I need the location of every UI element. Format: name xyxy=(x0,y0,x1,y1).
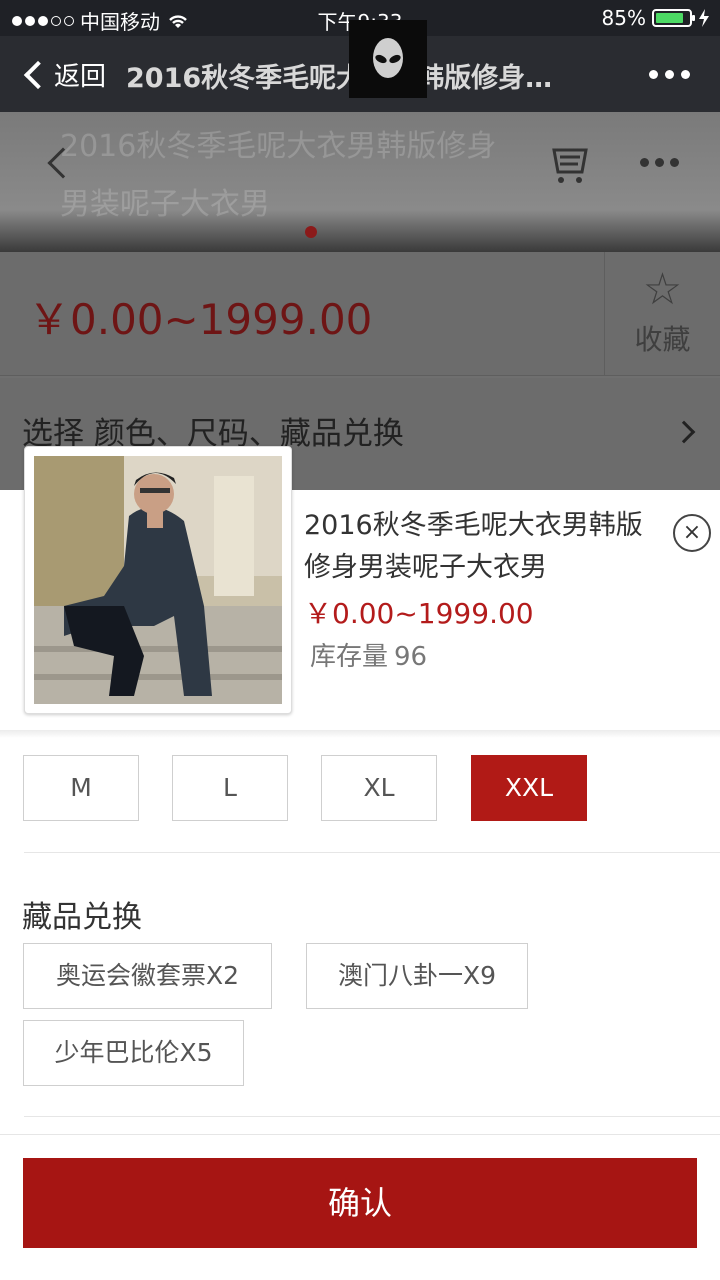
divider xyxy=(24,1116,720,1117)
product-photo xyxy=(34,456,282,704)
more-icon xyxy=(640,158,679,167)
back-label: 返回 xyxy=(54,62,107,92)
confirm-button[interactable]: 确认 xyxy=(23,1158,697,1248)
chevron-left-icon xyxy=(23,60,53,89)
back-icon xyxy=(30,134,90,194)
favorite-button: ☆ 收藏 xyxy=(604,252,720,376)
size-option-xl[interactable]: XL xyxy=(321,755,437,821)
charging-icon xyxy=(699,9,709,27)
size-option-l[interactable]: L xyxy=(172,755,288,821)
product-banner: 2016秋冬季毛呢大衣男韩版修身男装呢子大衣男 xyxy=(0,112,720,252)
battery-percent: 85% xyxy=(601,6,646,30)
close-icon[interactable]: × xyxy=(673,514,711,552)
size-option-m[interactable]: M xyxy=(23,755,139,821)
stock-info: 库存量 96 xyxy=(304,636,427,673)
header-separator xyxy=(0,730,720,738)
dimmed-product-page: 2016秋冬季毛呢大衣男韩版修身男装呢子大衣男 ￥0.00~1999.00 ☆ … xyxy=(0,112,720,490)
collectible-option[interactable]: 澳门八卦一X9 xyxy=(306,943,528,1009)
more-icon[interactable] xyxy=(649,70,690,79)
product-thumbnail xyxy=(24,446,292,714)
carousel-indicator xyxy=(305,226,317,238)
chevron-right-icon xyxy=(672,420,696,444)
stock-label: 库存量 xyxy=(310,642,389,672)
background-price: ￥0.00~1999.00 xyxy=(28,295,373,344)
back-button[interactable]: 返回 xyxy=(22,56,106,93)
cart-icon xyxy=(552,148,588,183)
collectible-option[interactable]: 奥运会徽套票X2 xyxy=(23,943,272,1009)
product-name: 2016秋冬季毛呢大衣男韩版修身男装呢子大衣男 xyxy=(304,510,643,583)
price-row: ￥0.00~1999.00 ☆ 收藏 xyxy=(0,252,720,376)
star-icon: ☆ xyxy=(642,264,683,315)
stock-value: 96 xyxy=(394,642,428,672)
battery-fill xyxy=(656,13,683,23)
status-right: 85% xyxy=(602,6,710,30)
product-price: ￥0.00~1999.00 xyxy=(304,597,534,630)
favorite-label: 收藏 xyxy=(634,323,691,356)
collectibles-title: 藏品兑换 xyxy=(22,900,142,935)
footer-divider xyxy=(0,1134,720,1135)
divider xyxy=(24,852,720,853)
battery-icon xyxy=(652,9,695,27)
size-option-xxl[interactable]: XXL xyxy=(471,755,587,821)
alien-logo-icon xyxy=(349,20,427,98)
banner-title: 2016秋冬季毛呢大衣男韩版修身男装呢子大衣男 xyxy=(60,129,497,222)
collectible-option[interactable]: 少年巴比伦X5 xyxy=(23,1020,244,1086)
